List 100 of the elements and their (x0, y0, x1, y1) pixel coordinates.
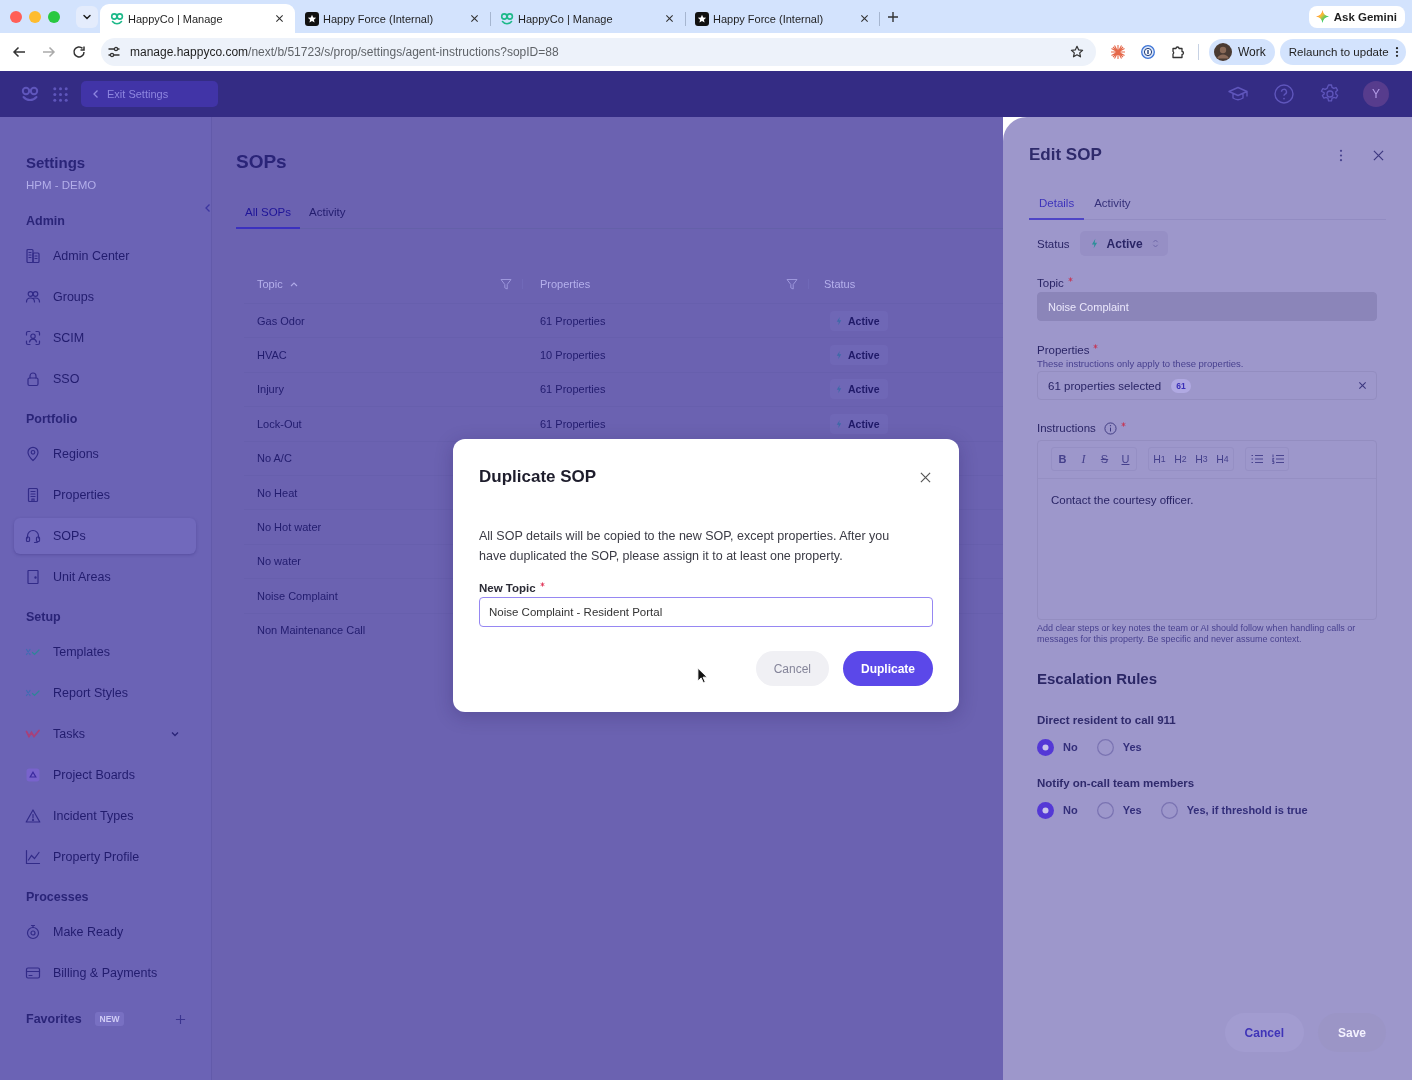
bolt-icon (836, 418, 842, 429)
sidebar-item[interactable]: Billing & Payments (14, 955, 196, 991)
back-arrow-icon[interactable] (12, 45, 26, 59)
sort-up-icon[interactable] (289, 281, 298, 287)
option-label[interactable]: Yes (1122, 741, 1142, 753)
sliders-icon[interactable] (107, 45, 121, 59)
sidebar-item[interactable]: SCIM (14, 320, 196, 356)
option-label[interactable]: Yes, if threshold is true (1186, 804, 1308, 816)
topic-input[interactable]: Noise Complaint - Resident Portal (479, 597, 933, 627)
radio-button[interactable] (1037, 738, 1054, 756)
keyhole-circle-icon[interactable] (1141, 45, 1155, 59)
sidebar-item[interactable]: Unit Areas (14, 559, 196, 595)
close-icon[interactable] (920, 471, 931, 483)
sidebar-item[interactable]: Incident Types (14, 798, 196, 834)
field-label: Properties (1037, 343, 1090, 357)
italic-button[interactable]: I (1073, 448, 1094, 470)
tab[interactable]: All SOPs (236, 197, 300, 229)
puzzle-icon[interactable] (1171, 45, 1185, 59)
page-title: SOPs (236, 151, 288, 173)
smiley-logo-icon (500, 11, 514, 26)
chevron-left-icon[interactable] (204, 203, 212, 213)
clear-icon[interactable] (1358, 381, 1367, 390)
help-text: Add clear steps or key notes the team or AI should follow when handling calls or messages for this property. Be specific and never assume context. (1037, 623, 1357, 645)
status-select[interactable]: Active (1079, 231, 1168, 256)
address-bar[interactable]: manage.happyco.com/next/b/51723/s/prop/settings/agent-instructions?sopID=88 (101, 38, 1096, 66)
close-icon[interactable] (470, 14, 479, 23)
bolt-icon (836, 384, 842, 395)
browser-tab[interactable]: Happy Force (Internal) (295, 4, 490, 33)
tab[interactable]: Details (1029, 188, 1085, 220)
user-avatar[interactable]: Y (1363, 81, 1389, 107)
maximize-window-icon[interactable] (48, 10, 60, 23)
sidebar-item[interactable]: Admin Center (14, 238, 196, 274)
sidebar-item[interactable]: Make Ready (14, 914, 196, 950)
chevron-down-icon[interactable] (170, 729, 180, 739)
option-label[interactable]: No (1063, 804, 1078, 816)
cancel-button[interactable]: Cancel (1224, 1013, 1304, 1052)
sidebar-item[interactable]: Properties (14, 477, 196, 513)
section-heading: Admin (25, 213, 66, 229)
forward-arrow-icon[interactable] (42, 45, 56, 59)
radio-button[interactable] (1096, 801, 1114, 819)
status-text: Active (848, 383, 880, 396)
section-heading: Setup (25, 609, 62, 625)
sparkle-icon (1315, 10, 1329, 23)
browser-tab[interactable]: Happy Force (Internal) (685, 4, 880, 33)
reload-icon[interactable] (72, 45, 86, 59)
count-badge: 61 (1171, 378, 1191, 393)
status-text: Active (848, 417, 880, 430)
warning-icon (25, 808, 41, 824)
ask-button[interactable]: Ask Gemini (1308, 5, 1405, 28)
more-icon[interactable] (1394, 46, 1399, 58)
plus-icon[interactable] (175, 1013, 186, 1025)
radio-button[interactable] (1096, 738, 1114, 756)
editor-text: Contact the courtesy officer. (1050, 493, 1195, 506)
app-grid-icon[interactable] (53, 86, 68, 102)
option-label[interactable]: No (1063, 741, 1078, 753)
close-icon[interactable] (275, 14, 284, 23)
help-icon[interactable] (1274, 84, 1294, 104)
sidebar-item[interactable]: SSO (14, 361, 196, 397)
relaunch-button[interactable]: Relaunch to update (1279, 39, 1406, 65)
user-frame-icon (25, 330, 41, 346)
status-text: Active (848, 314, 880, 327)
smiley-logo-icon[interactable] (20, 86, 40, 102)
property-select[interactable]: 61 properties selected 61 (1037, 371, 1377, 400)
starburst-icon[interactable] (1111, 45, 1125, 59)
filter-icon[interactable] (500, 278, 512, 290)
status-text: Active (848, 349, 880, 362)
settings-icon[interactable] (1320, 84, 1340, 104)
browser-tab[interactable]: HappyCo | Manage (490, 4, 685, 33)
star-icon[interactable] (1070, 45, 1084, 59)
duplicate-button[interactable]: Duplicate (843, 651, 933, 686)
close-icon[interactable] (665, 14, 674, 23)
sidebar-item[interactable]: Report Styles (14, 675, 196, 711)
new-tab-plus-icon[interactable] (887, 11, 899, 23)
option-label[interactable]: Yes (1122, 804, 1142, 816)
profile-button[interactable]: Work (1209, 39, 1275, 65)
close-icon[interactable] (860, 14, 869, 23)
tab[interactable]: Activity (1084, 188, 1141, 220)
radio-button[interactable] (1160, 801, 1178, 819)
sidebar-item[interactable]: Tasks (14, 716, 196, 752)
browser-tab[interactable]: HappyCo | Manage (100, 4, 295, 33)
sidebar-item[interactable]: Templates (14, 634, 196, 670)
sidebar-item[interactable]: Property Profile (14, 839, 196, 875)
underline-button[interactable]: U (1115, 448, 1136, 470)
column-header[interactable]: Status (824, 278, 856, 290)
filter-icon[interactable] (786, 278, 798, 290)
info-icon[interactable] (1103, 421, 1117, 435)
exit-settings-button[interactable]: Exit Settings (81, 81, 218, 107)
sidebar-item[interactable]: Regions (14, 436, 196, 472)
cancel-button[interactable]: Cancel (755, 651, 829, 686)
tab-list-button[interactable] (76, 5, 98, 28)
sidebar-item[interactable]: Project Boards (14, 757, 196, 793)
radio-button[interactable] (1037, 801, 1054, 819)
bold-button[interactable]: B (1052, 448, 1073, 470)
tab[interactable]: Activity (300, 197, 355, 229)
column-header[interactable]: Properties (540, 278, 591, 290)
sidebar-item[interactable]: SOPs (14, 518, 196, 554)
column-header[interactable]: Topic (257, 278, 283, 290)
sidebar-item[interactable]: Groups (14, 279, 196, 315)
strikethrough-button[interactable]: S (1094, 448, 1115, 470)
close-window-icon[interactable] (10, 10, 22, 23)
